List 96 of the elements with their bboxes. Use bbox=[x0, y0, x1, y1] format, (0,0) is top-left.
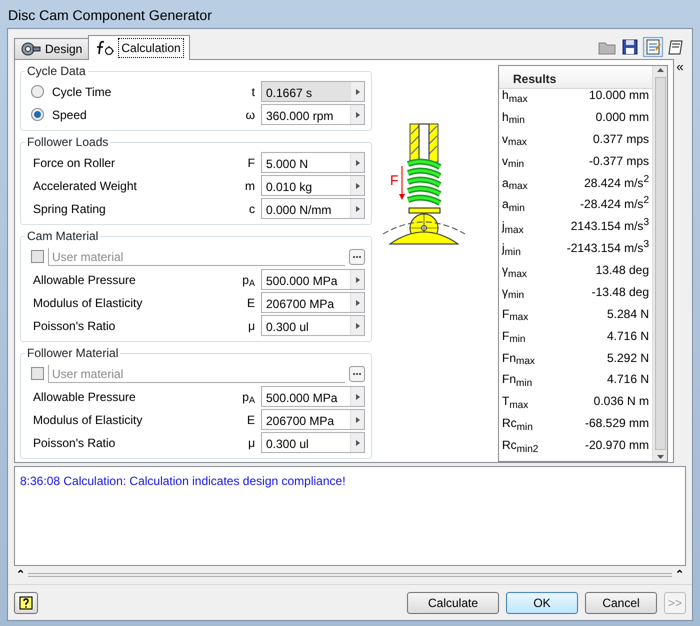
field-label: Speed bbox=[52, 106, 88, 124]
force-label: F bbox=[390, 172, 399, 188]
result-name: h$_{max}$ bbox=[502, 89, 529, 102]
result-value: 5.284 N bbox=[606, 308, 649, 321]
symbol-label: ω bbox=[244, 106, 256, 124]
symbol-label: p$_{A}$ bbox=[241, 272, 256, 288]
result-name: v$_{max}$ bbox=[502, 132, 528, 146]
result-name: v$_{min}$ bbox=[502, 154, 526, 168]
field-label: Poisson's Ratio bbox=[33, 318, 116, 334]
group-title: Cam Material bbox=[26, 229, 100, 243]
force-arrow bbox=[399, 166, 405, 200]
symbol-label: m bbox=[244, 178, 256, 194]
group-title: Follower Material bbox=[26, 346, 120, 360]
value-field[interactable]: 0.300 ul bbox=[261, 432, 365, 453]
field-label: Modulus of Elasticity bbox=[33, 412, 144, 428]
scroll-up-icon[interactable] bbox=[656, 66, 664, 75]
result-value: 28.424 m/s$^{2}$ bbox=[583, 176, 649, 190]
help-icon[interactable] bbox=[14, 592, 38, 614]
checkbox[interactable] bbox=[31, 250, 44, 263]
result-name: j$_{min}$ bbox=[502, 242, 522, 256]
result-value: -0.377 mps bbox=[588, 154, 649, 168]
result-value: -28.424 m/s$^{2}$ bbox=[579, 198, 649, 212]
result-value: 10.000 mm bbox=[588, 89, 649, 102]
field-label: Poisson's Ratio bbox=[33, 434, 116, 452]
result-name: F$_{max}$ bbox=[502, 308, 530, 321]
result-value: -13.48 deg bbox=[590, 286, 649, 299]
value-field[interactable]: 360.000 rpm bbox=[261, 104, 365, 125]
scroll-down-icon[interactable] bbox=[656, 452, 664, 461]
field-label: Allowable Pressure bbox=[33, 388, 137, 406]
save-icon[interactable] bbox=[620, 37, 640, 57]
result-name: j$_{max}$ bbox=[502, 220, 525, 234]
notes-icon[interactable] bbox=[643, 37, 663, 57]
result-name: a$_{max}$ bbox=[502, 176, 529, 190]
symbol-label: E bbox=[246, 412, 256, 428]
result-value: 4.716 N bbox=[606, 330, 649, 343]
dialog-button[interactable]: OK bbox=[506, 592, 578, 614]
function-icon bbox=[95, 40, 116, 56]
result-value: 0.036 N m bbox=[592, 395, 649, 408]
checkbox[interactable] bbox=[31, 367, 44, 380]
symbol-label: μ bbox=[247, 318, 256, 334]
result-name: Fn$_{min}$ bbox=[502, 373, 534, 386]
symbol-label: F bbox=[246, 154, 256, 172]
value-field[interactable]: 500.000 MPa bbox=[261, 386, 365, 407]
value-field[interactable]: 0.000 N/mm bbox=[261, 198, 365, 219]
ellipsis-icon bbox=[352, 255, 362, 260]
group-title: Cycle Data bbox=[26, 64, 87, 78]
result-value: 0.000 mm bbox=[594, 110, 649, 124]
field-label: Cycle Time bbox=[52, 84, 112, 100]
collapse-toggle[interactable]: « bbox=[676, 61, 684, 72]
result-value: -2143.154 m/s$^{3}$ bbox=[566, 242, 649, 256]
field-label: Force on Roller bbox=[33, 154, 116, 172]
dialog-button[interactable]: Cancel bbox=[585, 592, 657, 614]
value-field[interactable]: 0.010 kg bbox=[261, 175, 365, 196]
value-field[interactable]: 0.300 ul bbox=[261, 315, 365, 336]
symbol-label: E bbox=[246, 294, 256, 312]
ellipsis-icon bbox=[352, 372, 362, 376]
field-label: Allowable Pressure bbox=[33, 272, 137, 288]
tab[interactable]: Design bbox=[14, 38, 90, 59]
symbol-label: μ bbox=[247, 434, 256, 452]
dialog-button[interactable]: Calculate bbox=[407, 592, 499, 614]
value-field[interactable]: 206700 MPa bbox=[261, 292, 365, 313]
result-name: h$_{min}$ bbox=[502, 110, 526, 124]
result-name: Rc$_{min}$ bbox=[502, 417, 534, 430]
result-name: Rc$_{min2}$ bbox=[502, 439, 540, 452]
result-value: 5.292 N bbox=[606, 352, 649, 364]
window-title: Disc Cam Component Generator bbox=[7, 6, 213, 25]
result-value: 13.48 deg bbox=[594, 264, 649, 277]
field-label: Modulus of Elasticity bbox=[33, 294, 144, 312]
result-name: γ$_{min}$ bbox=[502, 286, 526, 299]
symbol-label: t bbox=[250, 84, 256, 100]
value-field[interactable]: 206700 MPa bbox=[261, 409, 365, 430]
result-name: F$_{min}$ bbox=[502, 330, 526, 343]
symbol-label: p$_{A}$ bbox=[241, 388, 256, 406]
field-label: Accelerated Weight bbox=[33, 178, 138, 194]
symbol-label: c bbox=[248, 200, 256, 218]
field-label: Spring Rating bbox=[33, 200, 107, 218]
result-value: -68.529 mm bbox=[584, 417, 649, 430]
value-field[interactable]: 5.000 N bbox=[261, 152, 365, 173]
result-name: Fn$_{max}$ bbox=[502, 352, 536, 364]
result-name: γ$_{max}$ bbox=[502, 264, 528, 277]
log-message: 8:36:08 Calculation: Calculation indicates design compliance! bbox=[20, 473, 347, 490]
expand-toggle[interactable]: ⌃ bbox=[675, 570, 684, 580]
radio-button[interactable] bbox=[31, 108, 44, 121]
value-field[interactable]: 500.000 MPa bbox=[261, 269, 365, 290]
result-name: T$_{max}$ bbox=[502, 395, 530, 408]
expand-toggle[interactable]: ⌃ bbox=[16, 570, 25, 580]
tab[interactable]: Calculation bbox=[88, 35, 190, 60]
result-value: -20.970 mm bbox=[584, 439, 649, 452]
result-value: 2143.154 m/s$^{3}$ bbox=[570, 220, 649, 234]
browse-button[interactable] bbox=[349, 366, 365, 382]
group-title: Follower Loads bbox=[26, 135, 110, 149]
scrollbar[interactable] bbox=[652, 66, 667, 461]
result-value: 0.377 mps bbox=[592, 132, 649, 146]
browse-button[interactable] bbox=[349, 248, 365, 264]
result-name: a$_{min}$ bbox=[502, 198, 526, 212]
result-value: 4.716 N bbox=[606, 373, 649, 386]
